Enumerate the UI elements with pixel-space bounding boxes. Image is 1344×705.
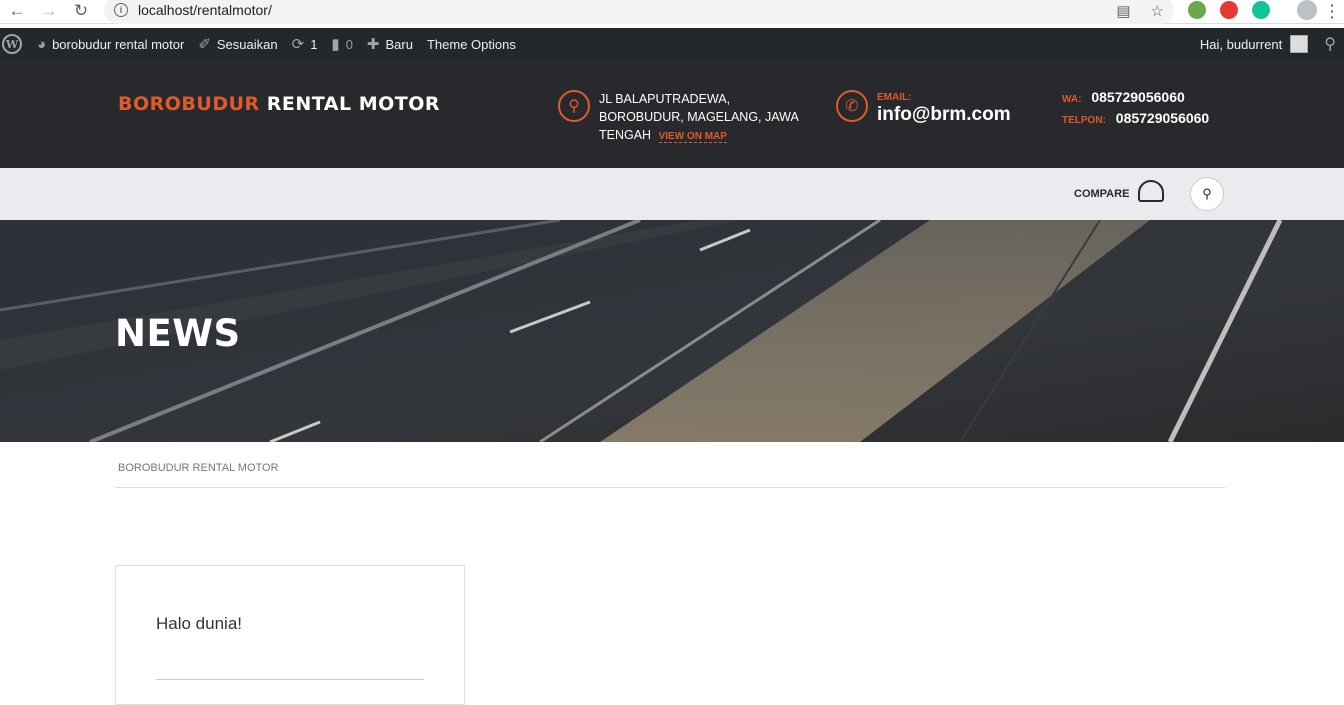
address-bar[interactable]: i localhost/rentalmotor/ ▤ ☆: [104, 0, 1174, 24]
wa-label: WA:: [1062, 94, 1082, 105]
reload-icon[interactable]: ↻: [70, 0, 92, 22]
speedometer-icon[interactable]: [1138, 180, 1164, 202]
post-divider: [156, 679, 424, 680]
dashboard-icon: ◕: [37, 35, 47, 53]
user-avatar[interactable]: [1290, 35, 1309, 53]
logo-part2: RENTAL MOTOR: [266, 93, 441, 115]
email-label: EMAIL:: [877, 92, 912, 103]
site-name-label: borobudur rental motor: [52, 36, 185, 52]
email-block: ✆ EMAIL: info@brm.com: [836, 90, 1011, 126]
info-icon[interactable]: i: [114, 3, 128, 17]
site-header: BOROBUDUR RENTAL MOTOR ⚲ JL BALAPUTRADEW…: [0, 60, 1344, 168]
divider: [115, 487, 1225, 488]
greeting-label[interactable]: Hai, budurrent: [1200, 37, 1282, 52]
brush-icon: ✐: [198, 36, 211, 53]
admin-site-name[interactable]: ◕ borobudur rental motor: [30, 28, 191, 60]
comments-count: 0: [345, 36, 353, 52]
post-card[interactable]: Halo dunia!: [115, 565, 465, 705]
logo-part1: BOROBUDUR: [118, 93, 260, 115]
admin-updates[interactable]: ⟳ 1: [285, 28, 325, 60]
star-icon[interactable]: ☆: [1151, 2, 1164, 20]
translate-icon[interactable]: ▤: [1116, 2, 1130, 20]
wordpress-logo-icon[interactable]: W: [2, 34, 22, 54]
url-text[interactable]: localhost/rentalmotor/: [138, 2, 272, 18]
view-on-map-link[interactable]: VIEW ON MAP: [658, 131, 727, 143]
phone-block: WA: 085729056060 TELPON: 085729056060: [1062, 88, 1209, 130]
admin-comments[interactable]: ▮ 0: [324, 28, 360, 60]
wp-admin-bar: W ◕ borobudur rental motor ✐ Sesuaikan ⟳…: [0, 28, 1344, 60]
email-value[interactable]: info@brm.com: [877, 104, 1011, 126]
wa-value: 085729056060: [1091, 89, 1185, 105]
search-icon: ⚲: [1202, 186, 1212, 201]
compare-link[interactable]: COMPARE: [1074, 188, 1129, 200]
telpon-value: 085729056060: [1115, 110, 1210, 126]
search-button[interactable]: ⚲: [1190, 177, 1224, 211]
menu-dots-icon[interactable]: · · ·: [1330, 0, 1336, 24]
site-logo[interactable]: BOROBUDUR RENTAL MOTOR: [118, 93, 440, 115]
admin-customize[interactable]: ✐ Sesuaikan: [191, 28, 284, 60]
page-title: NEWS: [115, 312, 241, 355]
admin-new[interactable]: ✚ Baru: [360, 28, 420, 60]
search-icon[interactable]: ⚲: [1324, 34, 1336, 54]
extension-icon[interactable]: [1188, 1, 1206, 19]
opera-extension-icon[interactable]: [1220, 1, 1238, 19]
plus-icon: ✚: [366, 36, 380, 53]
theme-options-label: Theme Options: [426, 36, 516, 52]
map-pin-icon: ⚲: [558, 90, 590, 122]
admin-theme-options[interactable]: Theme Options: [420, 28, 523, 60]
new-label: Baru: [385, 36, 413, 52]
breadcrumb[interactable]: BOROBUDUR RENTAL MOTOR: [118, 462, 279, 474]
customize-label: Sesuaikan: [216, 36, 278, 52]
updates-icon: ⟳: [291, 36, 305, 53]
telpon-label: TELPON:: [1062, 115, 1106, 126]
grammarly-extension-icon[interactable]: [1252, 1, 1270, 19]
phone-icon: ✆: [836, 90, 868, 122]
browser-toolbar: ← → ↻ i localhost/rentalmotor/ ▤ ☆ · · ·: [0, 0, 1344, 24]
forward-icon[interactable]: →: [38, 0, 60, 22]
profile-avatar-icon[interactable]: [1297, 0, 1317, 20]
back-icon[interactable]: ←: [6, 0, 28, 22]
address-block: ⚲ JL BALAPUTRADEWA, BOROBUDUR, MAGELANG,…: [558, 90, 814, 146]
main-navbar: COMPARE ⚲: [0, 168, 1344, 220]
updates-count: 1: [310, 36, 318, 52]
post-title[interactable]: Halo dunia!: [156, 614, 242, 634]
hero-banner: NEWS: [0, 220, 1344, 442]
comment-icon: ▮: [331, 36, 340, 53]
